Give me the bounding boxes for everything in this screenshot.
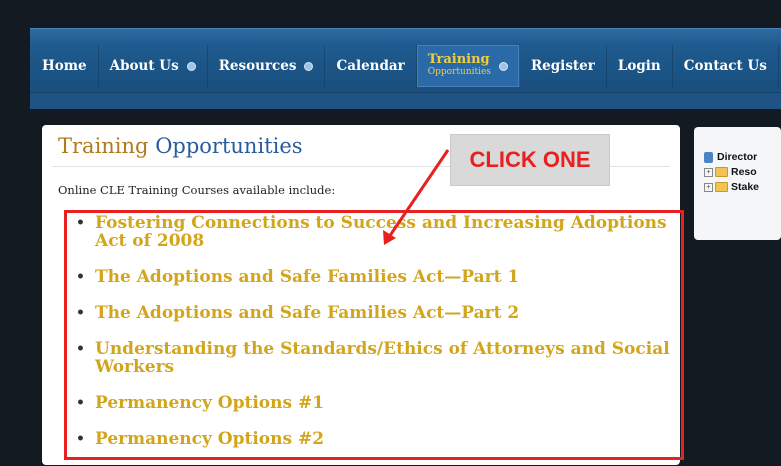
sidebar-item-label: Director — [717, 151, 758, 163]
expand-plus-icon[interactable]: + — [704, 182, 713, 192]
sidebar-item-resources[interactable]: + Reso — [704, 166, 757, 178]
sidebar-item-stakeholders[interactable]: + Stake — [704, 181, 759, 193]
directory-icon — [704, 151, 713, 163]
annotation-arrow-icon — [383, 149, 450, 245]
sidebar-item-directory[interactable]: Director — [704, 151, 757, 163]
folder-icon — [715, 182, 728, 192]
sidebar-item-label: Reso — [731, 166, 757, 178]
folder-icon — [715, 167, 728, 177]
sidebar-item-label: Stake — [731, 181, 760, 193]
expand-plus-icon[interactable]: + — [704, 167, 713, 177]
